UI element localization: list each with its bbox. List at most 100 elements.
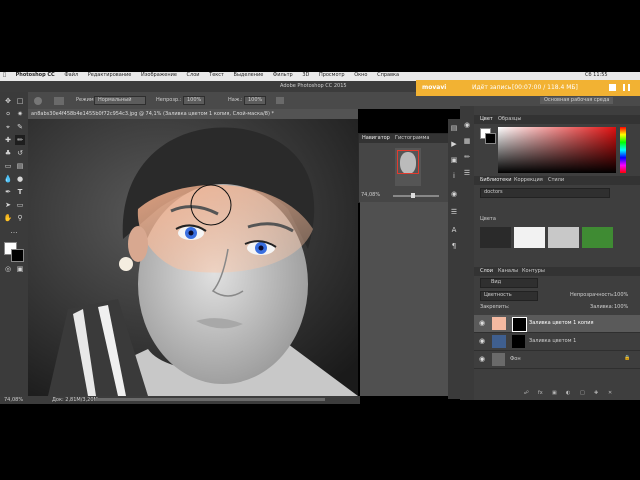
opacity-field[interactable]: 100% [183,96,206,105]
brush-panel-icon[interactable]: ✏ [462,152,472,162]
eraser-tool-icon[interactable]: ▭ [3,161,13,171]
menu-item-3d[interactable]: 3D [302,72,309,79]
layer-name[interactable]: Заливка цветом 1 [529,338,576,345]
layer-opacity-field[interactable]: 100% [614,292,628,299]
visibility-eye-icon[interactable]: ◉ [479,319,485,327]
menu-item-text[interactable]: Текст [209,72,224,79]
tab-paths[interactable]: Контуры [522,268,545,275]
adjustment-layer-icon[interactable]: ◐ [566,390,570,397]
color-panel-icon[interactable]: ◉ [462,120,472,130]
stamp-tool-icon[interactable]: ♣ [3,148,13,158]
layers-panel-icon[interactable]: ☰ [462,168,472,178]
shape-tool-icon[interactable]: ▭ [15,200,25,210]
background-color-swatch[interactable] [11,249,24,262]
actions-icon[interactable]: ▶ [449,139,459,149]
navigator-zoom[interactable]: 74,08% [361,192,380,199]
group-icon[interactable]: □ [580,390,585,397]
layer-row[interactable]: ◉ Заливка цветом 1 копия [474,315,640,333]
add-mask-icon[interactable]: ▣ [552,390,557,397]
delete-layer-icon[interactable]: ✕ [608,390,612,397]
menu-item-window[interactable]: Окно [354,72,367,79]
link-layers-icon[interactable]: ☍ [524,390,529,397]
layer-filter-select[interactable]: Вид [480,278,538,288]
layer-mask-thumbnail[interactable] [512,335,525,348]
blur-tool-icon[interactable]: 💧 [3,174,13,184]
new-layer-icon[interactable]: ✚ [594,390,598,397]
fill-field[interactable]: 100% [614,304,628,311]
apple-icon[interactable]:  [3,72,6,79]
quick-select-tool-icon[interactable]: ✷ [15,109,25,119]
layer-name[interactable]: Заливка цветом 1 копия [529,320,593,327]
workspace-select[interactable]: Основная рабочая среда [540,97,614,104]
gradient-tool-icon[interactable]: ▤ [15,161,25,171]
adjustments-icon[interactable]: ◉ [449,189,459,199]
eyedropper-tool-icon[interactable]: ✎ [15,122,25,132]
tab-styles[interactable]: Стили [548,177,564,184]
visibility-eye-icon[interactable]: ◉ [479,355,485,363]
lasso-tool-icon[interactable]: ⚪ [3,109,13,119]
screen-mode-icon[interactable]: ▣ [15,264,25,274]
character-icon[interactable]: A [449,225,459,235]
more-tools-icon[interactable]: … [9,226,19,236]
marquee-tool-icon[interactable]: □ [15,96,25,106]
horizontal-scrollbar[interactable] [95,398,325,401]
properties-icon[interactable]: ☰ [449,207,459,217]
document-canvas[interactable] [28,119,358,396]
color-picker-field[interactable] [498,127,616,173]
zoom-tool-icon[interactable]: ⚲ [15,213,25,223]
tab-color[interactable]: Цвет [480,116,493,123]
pen-tool-icon[interactable]: ✒ [3,187,13,197]
menu-item-image[interactable]: Изображение [141,72,177,79]
swatches-panel-icon[interactable]: ▦ [462,136,472,146]
navigator-slider-thumb[interactable] [411,193,415,198]
mode-select[interactable]: Нормальный [94,96,147,105]
airbrush-icon[interactable] [276,97,284,104]
color-bg-swatch[interactable] [485,133,496,144]
tab-histogram[interactable]: Гистограмма [395,135,430,142]
brush-tool-icon[interactable]: ✏ [15,135,25,145]
hue-slider[interactable] [620,127,626,173]
menu-item-edit[interactable]: Редактирование [88,72,132,79]
history-icon[interactable]: ▤ [449,123,459,133]
navigator-icon[interactable]: ▣ [449,155,459,165]
tab-swatches[interactable]: Образцы [498,116,521,123]
quick-mask-icon[interactable]: ◎ [3,264,13,274]
menu-item-view[interactable]: Просмотр [319,72,345,79]
brush-tool-icon[interactable] [34,97,42,105]
fx-icon[interactable]: fx [538,390,543,397]
tab-navigator[interactable]: Навигатор [362,135,390,142]
type-tool-icon[interactable]: T [15,187,25,197]
history-brush-tool-icon[interactable]: ↺ [15,148,25,158]
info-icon[interactable]: i [449,171,459,181]
zoom-level[interactable]: 74,08% [4,397,23,404]
hand-tool-icon[interactable]: ✋ [3,213,13,223]
layer-name[interactable]: Фон [510,356,521,363]
brush-preset-picker[interactable] [54,97,64,105]
crop-tool-icon[interactable]: ⌖ [3,122,13,132]
tab-adjustments[interactable]: Коррекция [514,177,543,184]
move-tool-icon[interactable]: ✥ [3,96,13,106]
menu-item-filter[interactable]: Фильтр [273,72,293,79]
library-swatch-4[interactable] [582,227,613,248]
menu-item-help[interactable]: Справка [377,72,399,79]
visibility-eye-icon[interactable]: ◉ [479,337,485,345]
tab-libraries[interactable]: Библиотеки [480,177,512,184]
layer-row[interactable]: ◉ Заливка цветом 1 [474,333,640,351]
blend-mode-select[interactable]: Цветность [480,291,538,301]
flow-field[interactable]: 100% [244,96,267,105]
paragraph-icon[interactable]: ¶ [449,241,459,251]
library-swatch-1[interactable] [480,227,511,248]
library-select[interactable]: doctors [480,188,610,198]
library-swatch-3[interactable] [548,227,579,248]
library-swatch-2[interactable] [514,227,545,248]
tab-channels[interactable]: Каналы [498,268,518,275]
menu-item-select[interactable]: Выделение [234,72,264,79]
navigator-thumbnail[interactable] [395,148,421,186]
tab-layers[interactable]: Слои [480,268,493,275]
stop-recording-button[interactable] [609,84,616,91]
menu-item-app[interactable]: Photoshop CC [16,72,55,79]
navigator-zoom-slider[interactable] [393,195,439,197]
document-tab[interactable]: an8abs30e4f458b4e1455b0f72c954c3.jpg @ 7… [28,109,358,119]
pause-recording-button[interactable] [623,84,630,91]
layer-mask-thumbnail[interactable] [512,317,527,332]
